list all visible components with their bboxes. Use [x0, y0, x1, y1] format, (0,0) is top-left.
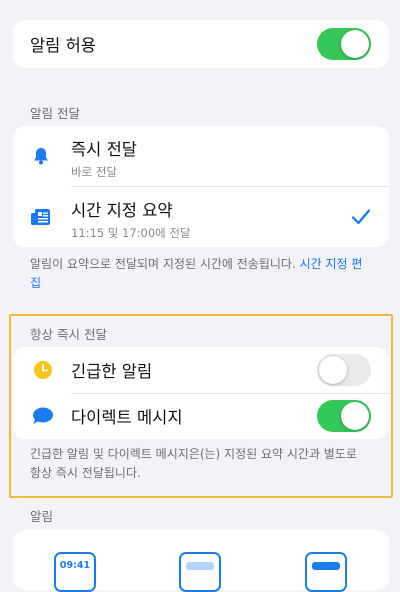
banner-preview[interactable]: [305, 552, 347, 592]
immediate-delivery-row[interactable]: 즉시 전달 바로 전달: [13, 126, 389, 186]
scheduled-summary-subtitle: 11:15 및 17:00에 전달: [71, 226, 191, 240]
alerts-card: 09:41: [13, 530, 389, 592]
toggle-knob: [319, 356, 347, 384]
allow-notifications-label: 알림 허용: [30, 36, 96, 55]
delivery-card: 즉시 전달 바로 전달 시간 지정 요약 11:15 및 17:00에 전달: [13, 126, 389, 247]
immediate-delivery-title: 즉시 전달: [71, 140, 137, 159]
delivery-section-header: 알림 전달: [30, 106, 80, 121]
summary-icon: [30, 207, 52, 227]
scheduled-summary-title: 시간 지정 요약: [71, 201, 173, 220]
clock-icon: [33, 360, 53, 380]
toggle-knob: [341, 30, 369, 58]
urgent-label: 긴급한 알림: [71, 362, 153, 381]
delivery-footnote: 알림이 요약으로 전달되며 지정된 시간에 전송됩니다. 시간 지정 편집: [30, 255, 368, 293]
notification-center-preview[interactable]: [179, 552, 221, 592]
delivery-footnote-text: 알림이 요약으로 전달되며 지정된 시간에 전송됩니다.: [30, 257, 300, 271]
always-section-header: 항상 즉시 전달: [30, 327, 107, 342]
immediate-delivery-subtitle: 바로 전달: [71, 165, 117, 179]
banner-shape: [186, 562, 214, 570]
bell-icon: [31, 146, 51, 166]
toggle-knob: [341, 402, 369, 430]
checkmark-icon: [351, 208, 371, 226]
dm-toggle[interactable]: [317, 400, 371, 432]
urgent-toggle[interactable]: [317, 354, 371, 386]
alerts-section-header: 알림: [30, 509, 54, 524]
chat-bubble-icon: [32, 406, 54, 426]
allow-notifications-toggle[interactable]: [317, 28, 371, 60]
banner-shape: [312, 562, 340, 570]
lock-screen-preview[interactable]: 09:41: [54, 552, 96, 592]
always-card: 긴급한 알림 다이렉트 메시지: [13, 347, 389, 439]
lock-screen-time: 09:41: [59, 560, 91, 571]
allow-notifications-card: 알림 허용: [13, 20, 389, 68]
scheduled-summary-row[interactable]: 시간 지정 요약 11:15 및 17:00에 전달: [13, 187, 389, 247]
always-footnote: 긴급한 알림 및 다이렉트 메시지은(는) 지정된 요약 시간과 별도로 항상 …: [30, 447, 357, 480]
dm-label: 다이렉트 메시지: [71, 408, 183, 427]
